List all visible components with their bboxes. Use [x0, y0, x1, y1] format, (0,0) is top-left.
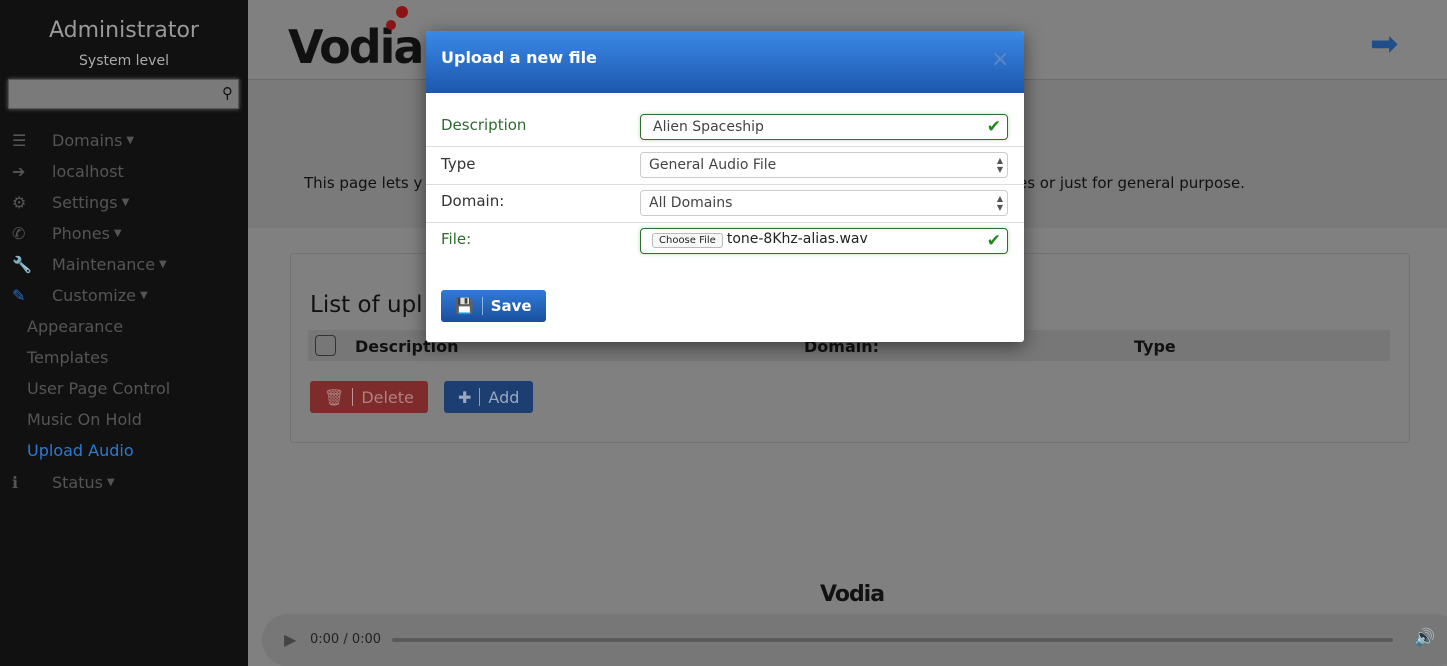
- sidebar-item-user-page-control[interactable]: User Page Control: [27, 379, 170, 398]
- sidebar-item-localhost[interactable]: ➔ localhost: [12, 159, 124, 183]
- sidebar-item-appearance[interactable]: Appearance: [27, 317, 123, 336]
- search-input[interactable]: ⚲: [8, 79, 239, 109]
- description-input[interactable]: Alien Spaceship ✔: [640, 114, 1008, 140]
- audio-seek-bar[interactable]: [392, 638, 1393, 642]
- trash-icon: 🗑: [324, 387, 345, 407]
- gears-icon: ⚙: [12, 192, 27, 212]
- domain-label: Domain:: [441, 192, 505, 210]
- sidebar-item-music-on-hold[interactable]: Music On Hold: [27, 410, 142, 429]
- save-button[interactable]: 💾 Save: [441, 290, 546, 322]
- column-type[interactable]: Type: [1134, 337, 1176, 356]
- add-button[interactable]: ✚ Add: [444, 381, 534, 413]
- file-label: File:: [441, 230, 472, 248]
- delete-button[interactable]: 🗑 Delete: [310, 381, 428, 413]
- brush-icon: ✎: [12, 285, 26, 305]
- sidebar-item-status[interactable]: ℹ Status ▼: [12, 470, 115, 494]
- logout-icon[interactable]: ➡: [1370, 24, 1399, 64]
- sidebar-title: Administrator: [49, 18, 199, 43]
- sidebar-item-phones[interactable]: ✆ Phones ▼: [12, 221, 122, 245]
- sidebar-item-customize[interactable]: ✎ Customize ▼: [12, 283, 148, 307]
- sidebar-item-templates[interactable]: Templates: [27, 348, 108, 367]
- sidebar-item-upload-audio[interactable]: Upload Audio: [27, 441, 134, 460]
- volume-icon[interactable]: 🔊: [1414, 628, 1435, 648]
- plus-icon: ✚: [458, 387, 472, 407]
- intro-text-end: es or just for general purpose.: [1018, 174, 1245, 192]
- sidebar-subtitle: System level: [79, 53, 169, 69]
- sidebar-item-domains[interactable]: ☰ Domains ▼: [12, 128, 134, 152]
- file-input[interactable]: Choose File tone-8Khz-alias.wav ✔: [640, 228, 1008, 254]
- type-select[interactable]: General Audio File ▲ ▼: [640, 152, 1008, 178]
- sidebar-item-settings[interactable]: ⚙ Settings ▼: [12, 190, 129, 214]
- description-label: Description: [441, 116, 527, 134]
- file-name: tone-8Khz-alias.wav: [726, 231, 868, 247]
- logo-dot: [386, 20, 396, 30]
- play-icon[interactable]: ▶: [284, 630, 296, 649]
- arrow-circle-icon: ➔: [12, 161, 26, 181]
- upload-modal: Upload a new file × Description Alien Sp…: [426, 31, 1024, 342]
- phone-icon: ✆: [12, 223, 26, 243]
- choose-file-button[interactable]: Choose File: [652, 233, 723, 248]
- list-title: List of upl: [310, 292, 423, 318]
- info-icon: ℹ: [12, 472, 19, 492]
- footer-logo: Vodia: [820, 582, 885, 607]
- audio-time: 0:00 / 0:00: [310, 632, 382, 647]
- modal-title: Upload a new file: [441, 48, 597, 67]
- select-all-checkbox[interactable]: [315, 335, 336, 356]
- sidebar-item-maintenance[interactable]: 🔧 Maintenance ▼: [12, 252, 167, 276]
- sidebar: Administrator System level ⚲ ☰ Domains ▼ ➔…: [0, 0, 248, 666]
- list-icon: ☰: [12, 130, 27, 150]
- search-icon[interactable]: ⚲: [222, 84, 233, 102]
- floppy-disk-icon: 💾: [455, 297, 474, 315]
- wrench-icon: 🔧: [12, 254, 32, 274]
- select-arrows-icon: ▲ ▼: [996, 156, 1003, 174]
- valid-check-icon: ✔: [986, 117, 1001, 137]
- intro-text: This page lets y: [304, 174, 423, 192]
- domain-select[interactable]: All Domains ▲ ▼: [640, 190, 1008, 216]
- type-label: Type: [441, 155, 476, 173]
- logo-dot: [396, 6, 408, 18]
- vodia-logo: Vodia: [288, 20, 424, 74]
- valid-check-icon: ✔: [986, 231, 1001, 251]
- close-icon[interactable]: ×: [991, 47, 1009, 72]
- select-arrows-icon: ▲ ▼: [996, 194, 1003, 212]
